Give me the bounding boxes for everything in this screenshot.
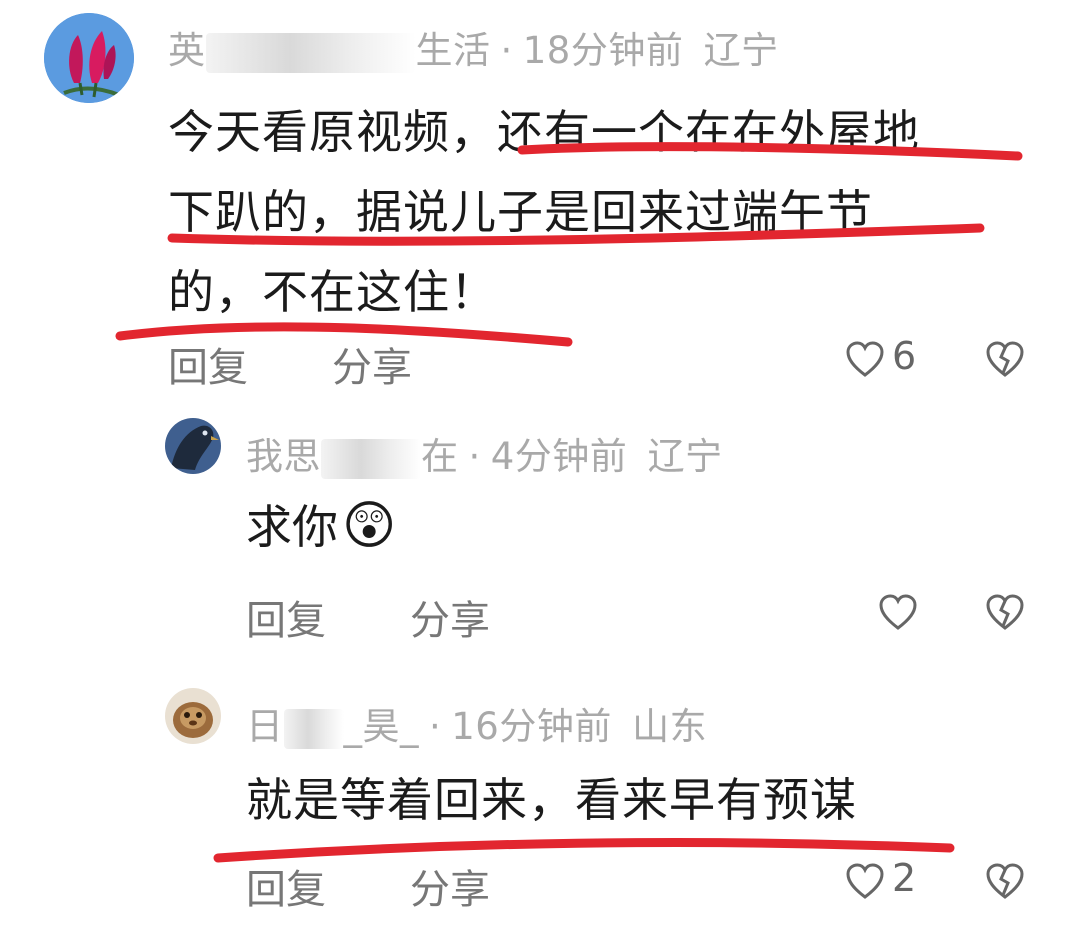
username-end: _昊_ (343, 705, 419, 748)
like-count: 2 (892, 856, 917, 900)
username[interactable]: 我思 (246, 435, 321, 478)
red-underline (213, 838, 955, 863)
heart-outline-icon[interactable] (845, 340, 885, 378)
broken-heart-icon[interactable] (985, 862, 1025, 900)
broken-heart-icon[interactable] (985, 340, 1025, 378)
comment-line: 的，不在这住！ (168, 265, 497, 319)
reply-button[interactable]: 回复 (246, 857, 326, 915)
reply-text: 就是等着回来，看来早有预谋 (246, 773, 857, 827)
username[interactable]: 日 (246, 705, 284, 748)
redacted-username (283, 708, 344, 749)
username-end: 生活 (415, 29, 491, 72)
brown-creature-avatar (165, 688, 221, 744)
reply-meta: 我思在 · 4分钟前 辽宁 (246, 435, 723, 479)
dark-bird-avatar (165, 418, 221, 474)
heart-outline-icon[interactable] (845, 862, 885, 900)
shocked-emoji-icon: 😲 (342, 496, 397, 556)
comment-line: 今天看原视频，还有一个在在外屋地 (168, 105, 920, 159)
magnolia-flower-avatar (44, 13, 134, 103)
heart-outline-icon[interactable] (878, 593, 918, 631)
reply-text: 求你😲 (246, 496, 397, 556)
timestamp: 18分钟前 (522, 29, 684, 72)
username-end: 在 (421, 435, 459, 478)
avatar[interactable] (165, 688, 221, 744)
username[interactable]: 英 (168, 29, 206, 72)
broken-heart-icon[interactable] (985, 593, 1025, 631)
comment-line: 下趴的，据说儿子是回来过端午节 (168, 185, 873, 239)
location: 辽宁 (703, 29, 779, 72)
location: 山东 (632, 705, 708, 748)
avatar[interactable] (165, 418, 221, 474)
comment-meta: 英生活 · 18分钟前 辽宁 (168, 29, 779, 73)
redacted-username (321, 438, 421, 479)
comment-text: 今天看原视频，还有一个在在外屋地 下趴的，据说儿子是回来过端午节 的，不在这住！ (168, 92, 920, 332)
comment-thread: 英生活 · 18分钟前 辽宁 今天看原视频，还有一个在在外屋地 下趴的，据说儿子是回… (0, 0, 1080, 934)
share-button[interactable]: 分享 (410, 588, 490, 646)
like-count: 6 (892, 334, 917, 378)
share-button[interactable]: 分享 (410, 857, 490, 915)
reply-meta: 日 _昊_ · 16分钟前 山东 (246, 705, 708, 749)
reply-button[interactable]: 回复 (168, 335, 248, 393)
timestamp: 4分钟前 (490, 435, 628, 478)
avatar[interactable] (44, 13, 134, 103)
timestamp: 16分钟前 (451, 705, 612, 748)
reply-button[interactable]: 回复 (246, 588, 326, 646)
share-button[interactable]: 分享 (332, 335, 412, 393)
redacted-username (205, 32, 416, 73)
location: 辽宁 (647, 435, 723, 478)
